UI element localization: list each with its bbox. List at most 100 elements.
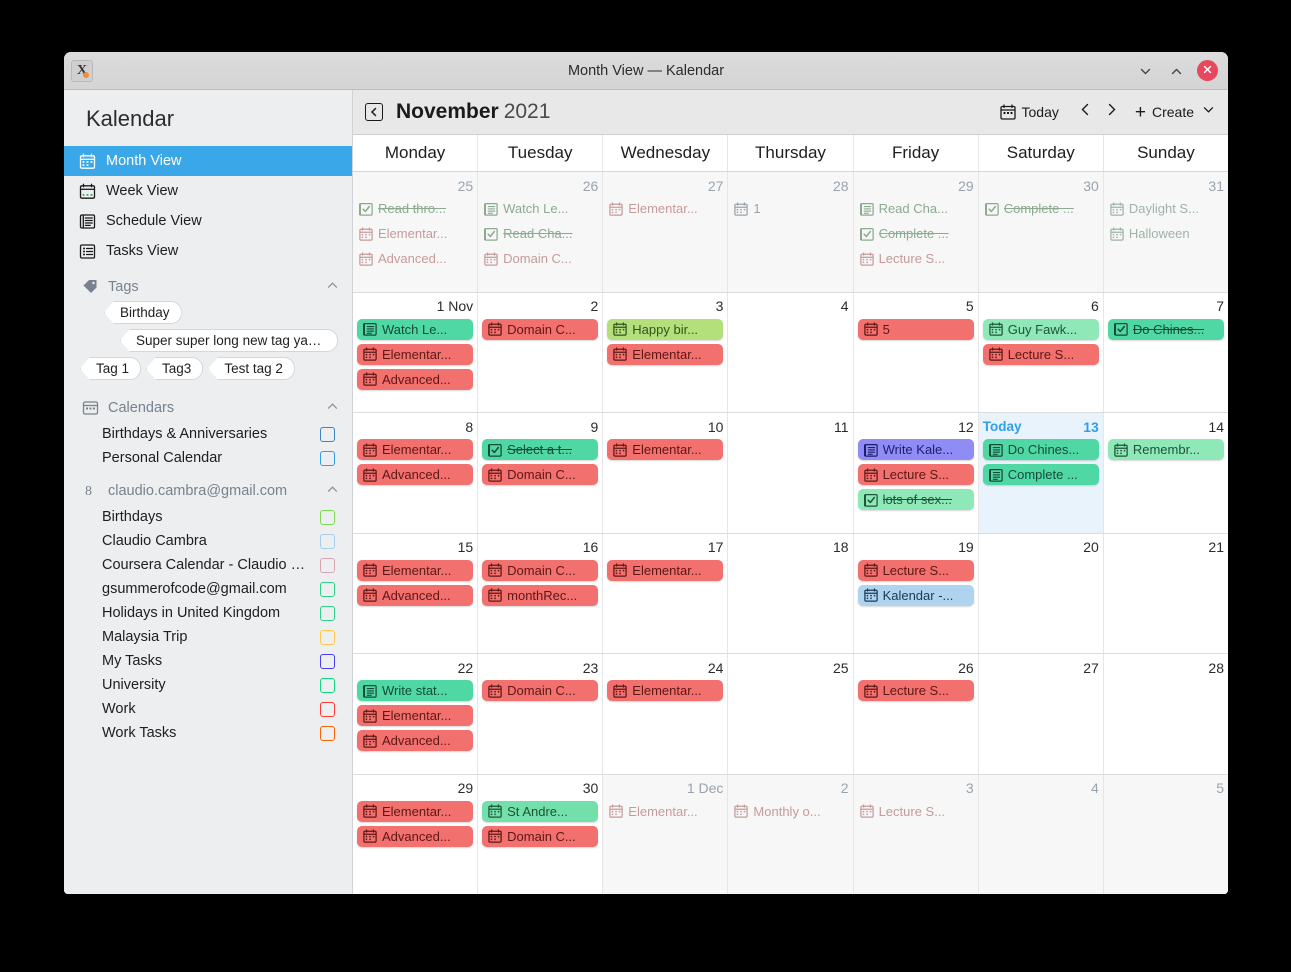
calendar-event[interactable]: Domain C... xyxy=(482,825,599,847)
calendar-event[interactable]: Elementar... xyxy=(607,198,723,219)
tag-chip[interactable]: Birthday xyxy=(104,301,182,324)
previous-month-button[interactable] xyxy=(1073,99,1099,125)
calendar-event[interactable]: Lecture S... xyxy=(857,680,974,701)
calendar-color-swatch[interactable] xyxy=(320,426,335,442)
calendar-event[interactable]: Kalendar -... xyxy=(857,584,974,606)
create-button[interactable]: + Create xyxy=(1135,103,1194,122)
calendar-event[interactable]: Read Cha... xyxy=(482,223,598,244)
day-cell[interactable]: 10 Elementar... xyxy=(603,413,729,533)
day-cell[interactable]: 21 xyxy=(1104,534,1228,654)
calendar-color-swatch[interactable] xyxy=(320,557,335,573)
day-cell[interactable]: 14 Remembr... xyxy=(1104,413,1228,533)
day-cell[interactable]: 27 Elementar... xyxy=(603,172,729,292)
day-cell[interactable]: 3 Happy bir... Elementar... xyxy=(603,292,729,412)
calendar-event[interactable]: Domain C... xyxy=(482,559,599,581)
day-cell[interactable]: 11 xyxy=(728,413,854,533)
calendar-event[interactable]: Elementar... xyxy=(357,800,474,822)
sidebar-item-schedule-view[interactable]: Schedule View xyxy=(64,206,352,236)
calendar-event[interactable]: Write Kale... xyxy=(857,439,974,460)
calendar-color-swatch[interactable] xyxy=(320,605,335,621)
calendar-event[interactable]: monthRec... xyxy=(482,584,599,606)
calendar-event[interactable]: Complete ... xyxy=(983,198,1099,219)
day-cell[interactable]: 6 Guy Fawk... Lecture S... xyxy=(979,292,1104,412)
day-cell[interactable]: 15 Elementar... Advanced... xyxy=(353,533,479,653)
day-cell[interactable]: 18 xyxy=(728,533,854,653)
calendar-event[interactable]: Complete ... xyxy=(982,464,1099,485)
calendar-color-swatch[interactable] xyxy=(320,450,335,466)
calendar-list-item[interactable]: Claudio Cambra xyxy=(64,529,352,553)
calendar-event[interactable]: Elementar... xyxy=(357,343,474,365)
calendar-event[interactable]: Complete ... xyxy=(858,223,974,244)
calendar-list-item[interactable]: gsummerofcode@gmail.com xyxy=(64,577,352,601)
calendar-event[interactable]: lots of sex... xyxy=(857,489,974,510)
close-button[interactable] xyxy=(1197,60,1218,81)
calendar-event[interactable]: Lecture S... xyxy=(857,464,974,485)
day-cell[interactable]: 29 Elementar... Advanced... xyxy=(353,774,479,894)
day-cell[interactable]: 2 Monthly o... xyxy=(728,774,854,894)
day-cell[interactable]: 9 Select a t... Domain C... xyxy=(478,413,604,533)
day-cell[interactable]: 1 Dec Elementar... xyxy=(603,774,729,894)
tags-section-header[interactable]: Tags xyxy=(64,266,352,301)
calendar-color-swatch[interactable] xyxy=(320,653,335,669)
calendar-event[interactable]: Lecture S... xyxy=(858,248,974,269)
day-cell[interactable]: 5 xyxy=(1103,774,1228,894)
calendar-event[interactable]: Watch Le... xyxy=(482,198,598,219)
day-cell[interactable]: 30 St Andre... Domain C... xyxy=(478,774,604,894)
day-cell[interactable]: 26 Lecture S... xyxy=(854,654,979,774)
calendar-color-swatch[interactable] xyxy=(320,677,335,693)
calendar-event[interactable]: Advanced... xyxy=(357,368,474,390)
tag-chip[interactable]: Tag 1 xyxy=(80,357,142,380)
calendar-color-swatch[interactable] xyxy=(320,629,335,645)
calendar-event[interactable]: St Andre... xyxy=(482,800,599,822)
create-dropdown-button[interactable] xyxy=(1202,103,1215,121)
minimize-button[interactable] xyxy=(1135,62,1153,80)
maximize-button[interactable] xyxy=(1166,62,1184,80)
day-cell[interactable]: 26 Watch Le... Read Cha... Domain C... xyxy=(478,172,604,292)
calendar-event[interactable]: Domain C... xyxy=(482,318,599,340)
day-cell[interactable]: 55 xyxy=(854,292,979,412)
calendar-event[interactable]: Monthly o... xyxy=(732,801,848,822)
day-cell[interactable]: 4 xyxy=(978,774,1104,894)
day-cell[interactable]: 2 Domain C... xyxy=(478,292,604,412)
calendar-list-item[interactable]: University xyxy=(64,673,352,697)
sidebar-item-tasks-view[interactable]: Tasks View xyxy=(64,236,352,266)
calendar-event[interactable]: Lecture S... xyxy=(982,343,1099,365)
calendar-list-item[interactable]: My Tasks xyxy=(64,649,352,673)
tag-chip[interactable]: Super super long new tag yaaa... xyxy=(120,329,338,352)
calendars-section-header[interactable]: Calendars xyxy=(64,387,352,422)
calendar-event[interactable]: Elementar... xyxy=(357,559,474,581)
calendar-list-item[interactable]: Work Tasks xyxy=(64,721,352,745)
calendar-event[interactable]: 1 xyxy=(732,198,848,219)
calendar-list-item[interactable]: Personal Calendar xyxy=(64,446,352,470)
calendar-event[interactable]: Read thro... xyxy=(357,198,473,219)
calendar-event[interactable]: Remembr... xyxy=(1107,439,1224,460)
calendar-event[interactable]: Elementar... xyxy=(357,705,474,726)
calendar-event[interactable]: Do Chines... xyxy=(1107,318,1224,340)
account-section-header[interactable]: 8 claudio.cambra@gmail.com xyxy=(64,470,352,505)
calendar-event[interactable]: Advanced... xyxy=(357,730,474,751)
day-cell[interactable]: 27 xyxy=(979,654,1104,774)
calendar-event[interactable]: Lecture S... xyxy=(858,801,974,822)
day-cell[interactable]: 30 Complete ... xyxy=(978,172,1104,292)
calendar-event[interactable]: Domain C... xyxy=(482,248,598,269)
day-cell[interactable]: 25 Read thro... Elementar... Advanced... xyxy=(353,172,479,292)
day-cell[interactable]: 7 Do Chines... xyxy=(1104,293,1228,413)
sidebar-item-month-view[interactable]: Month View xyxy=(64,146,352,176)
day-cell[interactable]: 28 1 xyxy=(728,172,854,292)
calendar-event[interactable]: Elementar... xyxy=(607,680,724,701)
calendar-list-item[interactable]: Malaysia Trip xyxy=(64,625,352,649)
day-cell[interactable]: 28 xyxy=(1104,654,1228,774)
calendar-event[interactable]: Domain C... xyxy=(482,680,599,701)
calendar-list-item[interactable]: Birthdays xyxy=(64,505,352,529)
day-cell[interactable]: 23 Domain C... xyxy=(478,654,604,774)
day-cell[interactable]: 29 Read Cha... Complete ... Lecture S... xyxy=(853,172,979,292)
tag-chip[interactable]: Test tag 2 xyxy=(208,357,295,380)
calendar-event[interactable]: Advanced... xyxy=(357,825,474,847)
calendar-event[interactable]: Elementar... xyxy=(607,439,724,460)
sidebar-item-week-view[interactable]: Week View xyxy=(64,176,352,206)
calendar-event[interactable]: Advanced... xyxy=(357,464,474,485)
calendar-event[interactable]: 5 xyxy=(857,318,974,340)
tag-chip[interactable]: Tag3 xyxy=(146,357,204,380)
day-cell[interactable]: 19 Lecture S... Kalendar -... xyxy=(854,533,979,653)
day-cell[interactable]: 8 Elementar... Advanced... xyxy=(353,413,479,533)
